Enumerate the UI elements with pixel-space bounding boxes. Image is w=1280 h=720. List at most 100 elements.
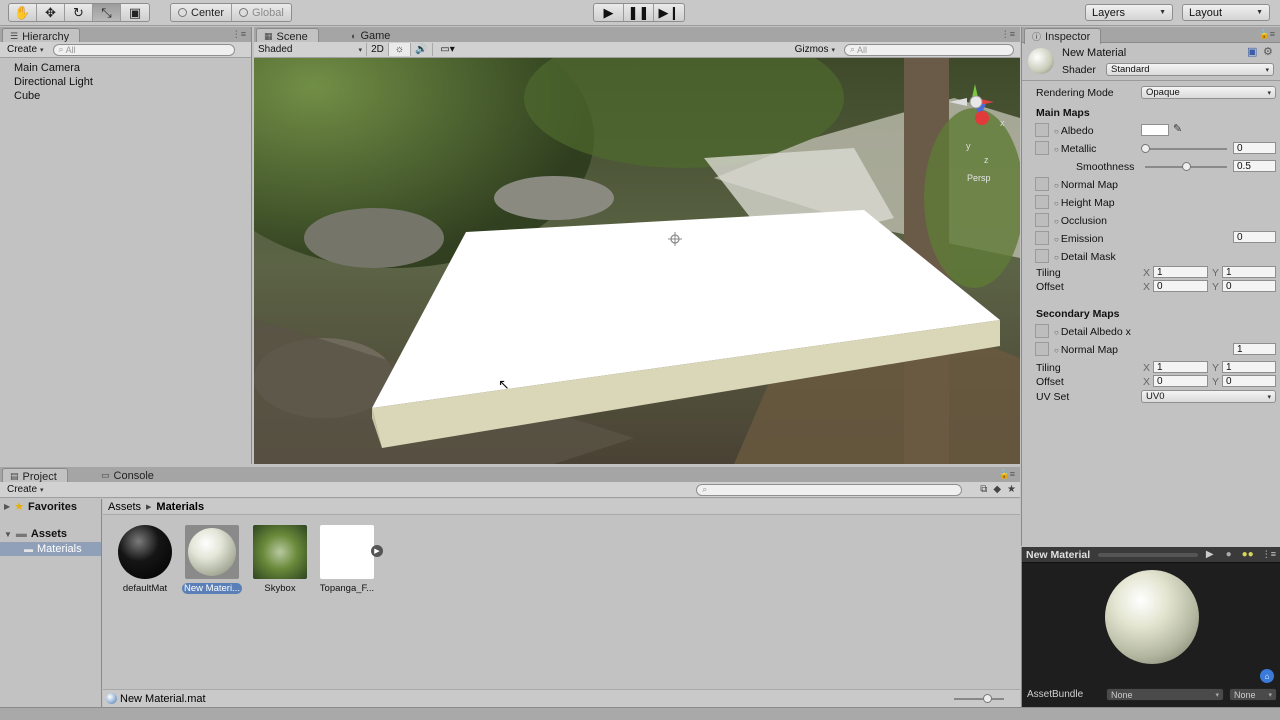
sec-offset-x-field[interactable]: 0 bbox=[1153, 375, 1208, 387]
asset-item[interactable]: ▶ Topanga_F... bbox=[317, 525, 383, 594]
pause-button[interactable]: ❚❚ bbox=[624, 4, 654, 21]
panel-menu-icon[interactable]: 🔒≡ bbox=[1259, 29, 1275, 40]
scale-tool-icon[interactable]: ⤡ bbox=[93, 4, 121, 21]
tag-icon[interactable]: ⌂ bbox=[1260, 669, 1274, 683]
tab-console[interactable]: ▭ Console bbox=[94, 468, 164, 483]
texture-picker-icon[interactable]: ○ bbox=[1054, 127, 1059, 136]
pivot-center-button[interactable]: Center bbox=[171, 4, 233, 21]
gear-icon[interactable]: ⚙ bbox=[1263, 45, 1273, 58]
audio-icon[interactable]: 🔊 bbox=[410, 43, 432, 56]
uv-set-dropdown[interactable]: UV0 ▾ bbox=[1141, 390, 1276, 403]
offset-label: Offset bbox=[1036, 281, 1064, 293]
sec-offset-y-field[interactable]: 0 bbox=[1222, 375, 1276, 387]
rotate-tool-icon[interactable]: ↻ bbox=[65, 4, 93, 21]
hierarchy-item[interactable]: Main Camera bbox=[14, 62, 80, 74]
albedo-texture-slot[interactable] bbox=[1035, 123, 1049, 137]
asset-item[interactable]: defaultMat bbox=[115, 525, 175, 594]
tab-game[interactable]: ◐ Game bbox=[344, 28, 401, 43]
offset-x-field[interactable]: 0 bbox=[1153, 280, 1208, 292]
metallic-texture-slot[interactable] bbox=[1035, 141, 1049, 155]
assets-folder-item[interactable]: ▼ ▬ Assets bbox=[4, 528, 67, 540]
texture-picker-icon[interactable]: ○ bbox=[1054, 181, 1059, 190]
hierarchy-item[interactable]: Directional Light bbox=[14, 76, 93, 88]
hierarchy-search-input[interactable]: ⌕ All bbox=[52, 43, 235, 56]
move-tool-icon[interactable]: ✥ bbox=[37, 4, 65, 21]
layers-dropdown[interactable]: Layers ▼ bbox=[1085, 4, 1173, 21]
materials-folder-item[interactable]: ▬ Materials bbox=[0, 542, 101, 556]
asset-item[interactable]: Skybox bbox=[250, 525, 310, 594]
book-icon[interactable]: ▣ bbox=[1247, 45, 1257, 58]
texture-picker-icon[interactable]: ○ bbox=[1054, 235, 1059, 244]
texture-picker-icon[interactable]: ○ bbox=[1054, 328, 1059, 337]
smoothness-field[interactable]: 0.5 bbox=[1233, 160, 1276, 172]
toggle-2d-button[interactable]: 2D bbox=[366, 43, 388, 56]
preview-light-icon[interactable]: ●● bbox=[1242, 549, 1254, 560]
shading-mode-dropdown[interactable]: Shaded ▾ bbox=[254, 43, 366, 56]
zoom-slider-knob[interactable] bbox=[983, 694, 992, 703]
tiling-y-field[interactable]: 1 bbox=[1222, 266, 1276, 278]
texture-picker-icon[interactable]: ○ bbox=[1054, 199, 1059, 208]
panel-menu-icon[interactable]: ⋮≡ bbox=[1262, 549, 1276, 560]
texture-picker-icon[interactable]: ○ bbox=[1054, 145, 1059, 154]
detail-albedo-texture-slot[interactable] bbox=[1035, 324, 1049, 338]
tab-inspector[interactable]: ⓘ Inspector bbox=[1024, 28, 1102, 44]
expand-arrow-icon[interactable]: ▶ bbox=[371, 545, 383, 557]
step-button[interactable]: ▶❙ bbox=[654, 4, 684, 21]
emission-field[interactable]: 0 bbox=[1233, 231, 1276, 243]
metallic-field[interactable]: 0 bbox=[1233, 142, 1276, 154]
breadcrumb-materials[interactable]: Materials bbox=[156, 501, 204, 513]
panel-menu-icon[interactable]: ⋮≡ bbox=[232, 29, 246, 40]
detail-mask-texture-slot[interactable] bbox=[1035, 249, 1049, 263]
favorites-item[interactable]: ▶ ★ Favorites bbox=[4, 500, 77, 514]
texture-picker-icon[interactable]: ○ bbox=[1054, 253, 1059, 262]
project-search-input[interactable]: ⌕ bbox=[696, 483, 963, 496]
variant-dropdown[interactable]: None ▾ bbox=[1229, 688, 1277, 701]
metallic-slider-track[interactable] bbox=[1145, 148, 1227, 150]
create-dropdown[interactable]: Create ▾ bbox=[4, 43, 47, 56]
scene-search-input[interactable]: ⌕ All bbox=[844, 43, 1014, 56]
smoothness-slider-knob[interactable] bbox=[1181, 162, 1191, 171]
hand-tool-icon[interactable]: ✋ bbox=[9, 4, 37, 21]
panel-menu-icon[interactable]: ⋮≡ bbox=[1001, 29, 1015, 40]
albedo-color-swatch[interactable] bbox=[1141, 124, 1169, 136]
occlusion-texture-slot[interactable] bbox=[1035, 213, 1049, 227]
layout-dropdown[interactable]: Layout ▼ bbox=[1182, 4, 1270, 21]
shader-dropdown[interactable]: Standard ▾ bbox=[1106, 63, 1274, 76]
metallic-slider-knob[interactable] bbox=[1140, 144, 1150, 153]
texture-picker-icon[interactable]: ○ bbox=[1054, 346, 1059, 355]
favorite-star-icon[interactable]: ★ bbox=[1007, 484, 1016, 495]
normal-map-texture-slot[interactable] bbox=[1035, 177, 1049, 191]
assetbundle-dropdown[interactable]: None ▾ bbox=[1106, 688, 1224, 701]
scene-viewport[interactable]: y x z Persp ↖ bbox=[254, 58, 1020, 464]
breadcrumb-assets[interactable]: Assets bbox=[108, 501, 141, 513]
asset-item[interactable]: New Materi... bbox=[182, 525, 242, 594]
lighting-icon[interactable]: ☼ bbox=[388, 43, 410, 56]
effects-icon[interactable]: ▭▾ bbox=[432, 43, 462, 56]
height-map-texture-slot[interactable] bbox=[1035, 195, 1049, 209]
rendering-mode-dropdown[interactable]: Opaque ▾ bbox=[1141, 86, 1276, 99]
texture-picker-icon[interactable]: ○ bbox=[1054, 217, 1059, 226]
filter-type-icon[interactable]: ⧉ bbox=[980, 484, 987, 495]
preview-sphere-icon[interactable]: ● bbox=[1226, 549, 1232, 560]
hierarchy-item[interactable]: Cube bbox=[14, 90, 40, 102]
eyedropper-icon[interactable]: ✎ bbox=[1173, 122, 1182, 135]
sec-tiling-y-field[interactable]: 1 bbox=[1222, 361, 1276, 373]
panel-menu-icon[interactable]: 🔒≡ bbox=[999, 469, 1015, 480]
rect-tool-icon[interactable]: ▣ bbox=[121, 4, 149, 21]
sec-tiling-x-field[interactable]: 1 bbox=[1153, 361, 1208, 373]
tiling-x-field[interactable]: 1 bbox=[1153, 266, 1208, 278]
zoom-slider-track[interactable] bbox=[954, 698, 1004, 700]
gizmos-dropdown[interactable]: Gizmos ▾ bbox=[792, 43, 838, 56]
tiling-x-value: 1 bbox=[1157, 266, 1163, 278]
play-button[interactable]: ▶ bbox=[594, 4, 624, 21]
secondary-normal-texture-slot[interactable] bbox=[1035, 342, 1049, 356]
secondary-normal-field[interactable]: 1 bbox=[1233, 343, 1276, 355]
preview-drag-handle[interactable] bbox=[1098, 552, 1198, 557]
create-dropdown[interactable]: Create ▾ bbox=[4, 483, 47, 496]
emission-texture-slot[interactable] bbox=[1035, 231, 1049, 245]
preview-play-icon[interactable]: ▶ bbox=[1206, 549, 1214, 560]
pivot-global-button[interactable]: Global bbox=[232, 4, 291, 21]
offset-y-field[interactable]: 0 bbox=[1222, 280, 1276, 292]
tiling-y-value: 1 bbox=[1226, 266, 1232, 278]
filter-label-icon[interactable]: ◆ bbox=[993, 484, 1001, 495]
